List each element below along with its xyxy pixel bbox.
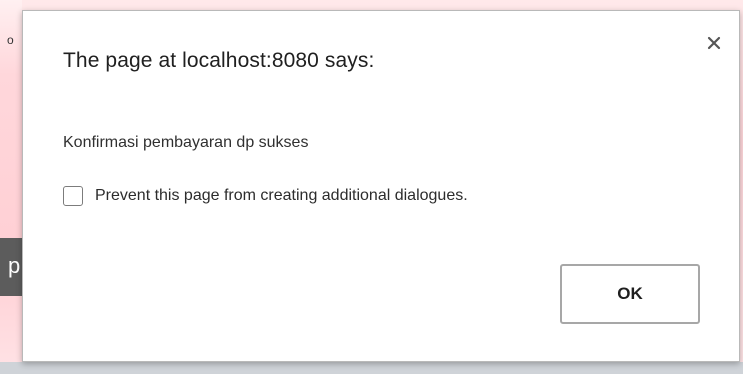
background-text-fragment: p (8, 253, 21, 278)
background-text-fragment: o (7, 33, 14, 47)
background-page-edge (0, 0, 22, 374)
prevent-dialogs-checkbox[interactable] (63, 186, 83, 206)
close-icon-glyph (707, 36, 721, 50)
background-bottom-strip (0, 362, 743, 374)
dialog-title: The page at localhost:8080 says: (63, 49, 375, 72)
prevent-dialogs-option[interactable]: Prevent this page from creating addition… (63, 186, 468, 206)
alert-dialog: The page at localhost:8080 says: Konfirm… (22, 10, 740, 362)
prevent-dialogs-label[interactable]: Prevent this page from creating addition… (95, 187, 468, 205)
dialog-message: Konfirmasi pembayaran dp sukses (63, 134, 309, 151)
close-icon[interactable] (702, 31, 726, 55)
ok-button[interactable]: OK (560, 264, 700, 324)
